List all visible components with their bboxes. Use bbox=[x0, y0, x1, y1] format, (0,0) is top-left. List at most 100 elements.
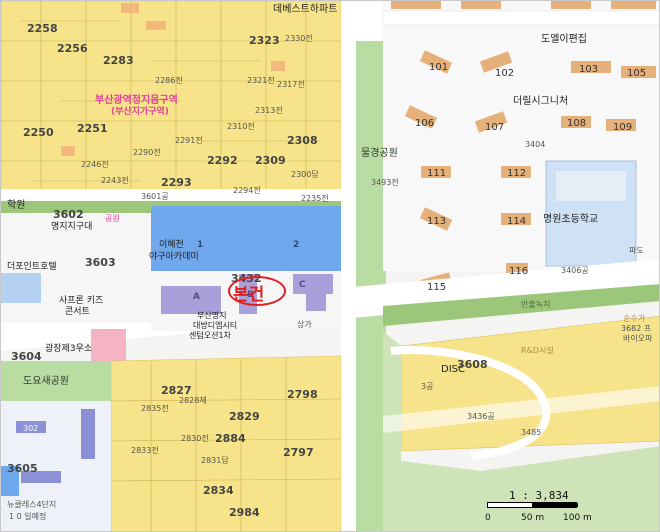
apt-114: 114 bbox=[507, 216, 527, 227]
scale-bar-graphic bbox=[487, 502, 578, 508]
label-busan-district-sub: (부산지가구역) bbox=[111, 107, 169, 117]
lot-2798: 2798 bbox=[287, 388, 318, 401]
building-C: C bbox=[299, 280, 306, 290]
label-the-point-hotel: 더포인트호텔 bbox=[7, 262, 57, 272]
label-myeongji-daebang: 부산명지 bbox=[197, 311, 227, 320]
label-myeongji-daeeun: 명지지구대 bbox=[51, 222, 93, 232]
lot-2831: 2831답 bbox=[201, 456, 229, 465]
apt-115: 115 bbox=[427, 282, 447, 293]
scale-tick-0: 0 bbox=[485, 513, 491, 523]
lot-3493: 3493전 bbox=[371, 178, 399, 187]
lot-2283: 2283 bbox=[103, 54, 134, 67]
apt-109: 109 bbox=[613, 122, 633, 133]
apt-116: 116 bbox=[509, 266, 529, 277]
lot-3485: 3485 bbox=[521, 428, 542, 437]
lot-3605: 3605 bbox=[7, 462, 38, 475]
lot-2323: 2323 bbox=[249, 34, 280, 47]
label-hyundai-apt: 도엘이편집 bbox=[541, 34, 587, 45]
apt-107: 107 bbox=[485, 122, 505, 133]
building-A: A bbox=[193, 292, 200, 302]
apt-108: 108 bbox=[567, 118, 587, 129]
lot-3608: 3608 bbox=[457, 358, 488, 371]
lot-3603: 3603 bbox=[85, 256, 116, 269]
lot-2291: 2291전 bbox=[175, 136, 203, 145]
apt-111: 111 bbox=[427, 168, 447, 179]
lot-2313: 2313전 bbox=[255, 106, 283, 115]
lot-2258: 2258 bbox=[27, 22, 58, 35]
label-sanga: 상가 bbox=[297, 320, 312, 329]
label-ihye-academy-2: 야구아카데미 bbox=[149, 252, 199, 262]
label-newrace-2: 1 0 일예정 bbox=[9, 512, 47, 521]
label-busan-district: 부산광역정지음구역 bbox=[95, 95, 178, 106]
label-myeongwon-school: 명원초등학교 bbox=[543, 214, 599, 225]
label-sapphire-kids: 사프론 키즈 bbox=[59, 296, 104, 306]
lot-2797: 2797 bbox=[283, 446, 314, 459]
lot-3601: 3601공 bbox=[141, 192, 169, 201]
school-court bbox=[556, 171, 626, 201]
scale-segment-white bbox=[488, 503, 532, 507]
lot-2250: 2250 bbox=[23, 126, 54, 139]
apt-101: 101 bbox=[429, 62, 449, 73]
label-school-top: 학원 bbox=[7, 200, 26, 211]
label-doyo-park: 도요새공원 bbox=[23, 376, 69, 387]
lot-2243: 2243전 bbox=[101, 176, 129, 185]
lot-2293: 2293 bbox=[161, 176, 192, 189]
lot-2835: 2835전 bbox=[141, 404, 169, 413]
pink-lot-1 bbox=[1, 273, 41, 303]
lot-3404: 3404 bbox=[525, 140, 546, 149]
lot-2984: 2984 bbox=[229, 506, 260, 519]
label-ju-park: 공원 bbox=[105, 214, 120, 223]
label-busan-bio-3: 바이오파 bbox=[623, 334, 653, 343]
lot-2290: 2290전 bbox=[133, 148, 161, 157]
lot-2317: 2317전 bbox=[277, 80, 305, 89]
lot-2829: 2829 bbox=[229, 410, 260, 423]
scale-ratio: 1 : 3,834 bbox=[509, 489, 569, 502]
label-newrace: 뉴클레스4단지 bbox=[7, 500, 57, 509]
lot-302: 302 bbox=[23, 424, 39, 433]
lot-2235: 2235전 bbox=[301, 194, 329, 203]
label-busan-bio: 순수거 bbox=[623, 314, 646, 323]
lot-2286: 2286전 bbox=[155, 76, 183, 85]
lot-3436: 3436공 bbox=[467, 412, 495, 421]
label-jangae-woomyung: 광장제3우소 bbox=[45, 344, 93, 354]
label-destiny-apt: 데베스트하파트 bbox=[273, 4, 338, 15]
apt-105: 105 bbox=[627, 68, 647, 79]
lot-2309: 2309 bbox=[255, 154, 286, 167]
lot-2884: 2884 bbox=[215, 432, 246, 445]
lot-2321: 2321전 bbox=[247, 76, 275, 85]
lot-2292: 2292 bbox=[207, 154, 238, 167]
label-ihye-academy: 이혜천 bbox=[159, 240, 184, 250]
map-canvas[interactable]: 데베스트하파트 도엘이편집 더릴시그니처 물경공원 명원초등학교 부산광역정지음… bbox=[0, 0, 660, 532]
pink-lot-2 bbox=[91, 329, 126, 361]
apt-106: 106 bbox=[415, 118, 435, 129]
lot-2330: 2330전 bbox=[285, 34, 313, 43]
lot-2294: 2294전 bbox=[233, 186, 261, 195]
label-theleaf: 더릴시그니처 bbox=[513, 96, 569, 107]
lot-3604: 3604 bbox=[11, 350, 42, 363]
lot-2827: 2827 bbox=[161, 384, 192, 397]
lot-3602: 3602 bbox=[53, 208, 84, 221]
lot-2834: 2834 bbox=[203, 484, 234, 497]
label-myeongji-daebang-3: 센텀오션1차 bbox=[189, 331, 231, 340]
apt-102: 102 bbox=[495, 68, 515, 79]
lot-2256: 2256 bbox=[57, 42, 88, 55]
label-sapphire-kids-2: 콘서트 bbox=[65, 307, 90, 317]
scale-bar: 1 : 3,834 0 50 m 100 m bbox=[485, 489, 597, 525]
road-east-top bbox=[382, 10, 659, 26]
target-property-label: 본건 bbox=[233, 285, 265, 305]
lot-2833: 2833전 bbox=[131, 446, 159, 455]
label-rnd: R&D시설 bbox=[521, 346, 554, 355]
lot-2246: 2246전 bbox=[81, 160, 109, 169]
lot-2310: 2310전 bbox=[227, 122, 255, 131]
apt-113: 113 bbox=[427, 216, 447, 227]
apt-103: 103 bbox=[579, 64, 599, 75]
apt-112: 112 bbox=[507, 168, 527, 179]
building-1: 1 bbox=[197, 240, 204, 250]
label-busan-bio-2: 3682 프 bbox=[621, 324, 652, 333]
scale-tick-100: 100 m bbox=[563, 513, 592, 523]
lot-2251: 2251 bbox=[77, 122, 108, 135]
scale-tick-50: 50 m bbox=[521, 513, 545, 523]
building-2: 2 bbox=[293, 240, 300, 250]
lot-3406: 3406공 bbox=[561, 266, 589, 275]
lot-3s: 3공 bbox=[421, 382, 434, 391]
